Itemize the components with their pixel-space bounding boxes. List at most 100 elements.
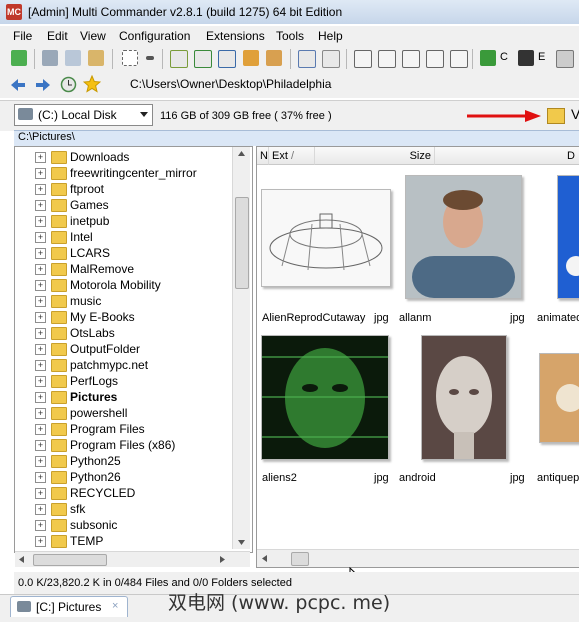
tree-item[interactable]: + Intel bbox=[15, 229, 235, 245]
file-name[interactable]: antiquepl bbox=[537, 472, 579, 484]
tree-item[interactable]: + OtsLabs bbox=[15, 325, 235, 341]
column-ext[interactable]: Ext / bbox=[269, 147, 315, 165]
menu-edit[interactable]: Edit bbox=[47, 29, 68, 43]
column-n[interactable]: N bbox=[257, 147, 269, 165]
file-name[interactable]: AlienReprodCutaway bbox=[262, 312, 365, 324]
tree-item[interactable]: + MalRemove bbox=[15, 261, 235, 277]
scroll-down-icon[interactable] bbox=[238, 540, 245, 545]
pack-icon[interactable] bbox=[266, 50, 282, 66]
tree-item[interactable]: + Program Files bbox=[15, 421, 235, 437]
scroll-thumb[interactable] bbox=[291, 552, 309, 566]
select-icon[interactable] bbox=[122, 50, 138, 66]
tree-item[interactable]: + RECYCLED bbox=[15, 485, 235, 501]
scroll-thumb[interactable] bbox=[33, 554, 107, 566]
tree-item[interactable]: + Games bbox=[15, 197, 235, 213]
thumbnail-android[interactable] bbox=[421, 335, 507, 460]
copy-file-icon[interactable] bbox=[194, 50, 212, 68]
expand-icon[interactable]: + bbox=[35, 424, 46, 435]
tree-item[interactable]: + LCARS bbox=[15, 245, 235, 261]
delete-icon[interactable] bbox=[243, 50, 259, 66]
scroll-up-icon[interactable] bbox=[238, 151, 245, 156]
tree-item[interactable]: + Motorola Mobility bbox=[15, 277, 235, 293]
address-path[interactable]: C:\Users\Owner\Desktop\Philadelphia bbox=[130, 77, 331, 91]
kb-icon[interactable] bbox=[378, 50, 396, 68]
list-icon[interactable] bbox=[402, 50, 420, 68]
view-file-icon[interactable] bbox=[322, 50, 340, 68]
thumbnail-allanm[interactable] bbox=[405, 175, 522, 299]
paste-icon[interactable] bbox=[88, 50, 104, 66]
tree-item[interactable]: + sfk bbox=[15, 501, 235, 517]
back-arrow-icon[interactable] bbox=[10, 78, 26, 92]
find-icon[interactable] bbox=[298, 50, 316, 68]
tree-item[interactable]: + OutputFolder bbox=[15, 341, 235, 357]
app-icon[interactable]: MC bbox=[6, 4, 22, 20]
tree-item[interactable]: + music bbox=[15, 293, 235, 309]
tree-item[interactable]: + PerfLogs bbox=[15, 373, 235, 389]
scroll-left-icon[interactable] bbox=[19, 556, 24, 563]
menu-file[interactable]: File bbox=[13, 29, 32, 43]
expand-icon[interactable]: + bbox=[35, 344, 46, 355]
expand-icon[interactable]: + bbox=[35, 200, 46, 211]
expand-icon[interactable]: + bbox=[35, 152, 46, 163]
copy-icon[interactable] bbox=[65, 50, 81, 66]
expand-icon[interactable]: + bbox=[35, 488, 46, 499]
tree-item[interactable]: + freewritingcenter_mirror bbox=[15, 165, 235, 181]
tree-item[interactable]: + Pictures bbox=[15, 389, 235, 405]
scroll-right-icon[interactable] bbox=[220, 556, 225, 563]
expand-icon[interactable]: + bbox=[35, 536, 46, 547]
cut-icon[interactable] bbox=[42, 50, 58, 66]
tree-item[interactable]: + My E-Books bbox=[15, 309, 235, 325]
dropdown-arrow-icon[interactable] bbox=[146, 56, 154, 60]
scroll-left-icon[interactable] bbox=[262, 555, 267, 562]
tree-vertical-scrollbar[interactable] bbox=[232, 147, 250, 549]
expand-icon[interactable]: + bbox=[35, 360, 46, 371]
expand-icon[interactable]: + bbox=[35, 408, 46, 419]
thumbnail-animated[interactable] bbox=[557, 175, 579, 299]
tree-item[interactable]: + inetpub bbox=[15, 213, 235, 229]
expand-icon[interactable]: + bbox=[35, 184, 46, 195]
tree-item[interactable]: + Program Files (x86) bbox=[15, 437, 235, 453]
drive-c-icon[interactable] bbox=[480, 50, 496, 66]
details-icon[interactable] bbox=[426, 50, 444, 68]
move-file-icon[interactable] bbox=[218, 50, 236, 68]
menu-extensions[interactable]: Extensions bbox=[206, 29, 265, 43]
tree-item[interactable]: + Downloads bbox=[15, 149, 235, 165]
expand-icon[interactable]: + bbox=[35, 168, 46, 179]
thumbnail-aliens2[interactable] bbox=[261, 335, 389, 460]
file-name[interactable]: animated bbox=[537, 312, 579, 324]
column-date[interactable]: D bbox=[435, 147, 579, 165]
column-size[interactable]: Size bbox=[315, 147, 435, 165]
tree-item[interactable]: + subsonic bbox=[15, 517, 235, 533]
split-icon[interactable] bbox=[354, 50, 372, 68]
thumbnail-antiquephone[interactable] bbox=[539, 353, 579, 443]
files-horizontal-scrollbar[interactable] bbox=[257, 549, 579, 567]
menu-view[interactable]: View bbox=[80, 29, 106, 43]
tree-item[interactable]: + Python26 bbox=[15, 469, 235, 485]
forward-arrow-icon[interactable] bbox=[35, 78, 51, 92]
tree-item[interactable]: + ftproot bbox=[15, 181, 235, 197]
thumbnail-alienreprodcutaway[interactable] bbox=[261, 189, 391, 287]
expand-icon[interactable]: + bbox=[35, 440, 46, 451]
tree-item[interactable]: + Python25 bbox=[15, 453, 235, 469]
favorites-star-icon[interactable] bbox=[83, 75, 101, 93]
expand-icon[interactable]: + bbox=[35, 248, 46, 259]
tree-item[interactable]: + powershell bbox=[15, 405, 235, 421]
file-name[interactable]: aliens2 bbox=[262, 472, 297, 484]
notes-icon[interactable] bbox=[450, 50, 468, 68]
expand-icon[interactable]: + bbox=[35, 264, 46, 275]
drive-network-icon[interactable] bbox=[556, 50, 574, 68]
drive-e-icon[interactable] bbox=[518, 50, 534, 66]
new-file-icon[interactable] bbox=[170, 50, 188, 68]
tree-horizontal-scrollbar[interactable] bbox=[15, 551, 250, 567]
menu-configuration[interactable]: Configuration bbox=[119, 29, 190, 43]
expand-icon[interactable]: + bbox=[35, 504, 46, 515]
folder-tree-icon[interactable] bbox=[547, 108, 565, 124]
expand-icon[interactable]: + bbox=[35, 312, 46, 323]
tree-item[interactable]: + TEMP bbox=[15, 533, 235, 549]
menu-tools[interactable]: Tools bbox=[276, 29, 304, 43]
refresh-icon[interactable] bbox=[11, 50, 27, 66]
tab-close-icon[interactable]: × bbox=[112, 600, 118, 612]
expand-icon[interactable]: + bbox=[35, 392, 46, 403]
expand-icon[interactable]: + bbox=[35, 280, 46, 291]
file-name[interactable]: android bbox=[399, 472, 436, 484]
